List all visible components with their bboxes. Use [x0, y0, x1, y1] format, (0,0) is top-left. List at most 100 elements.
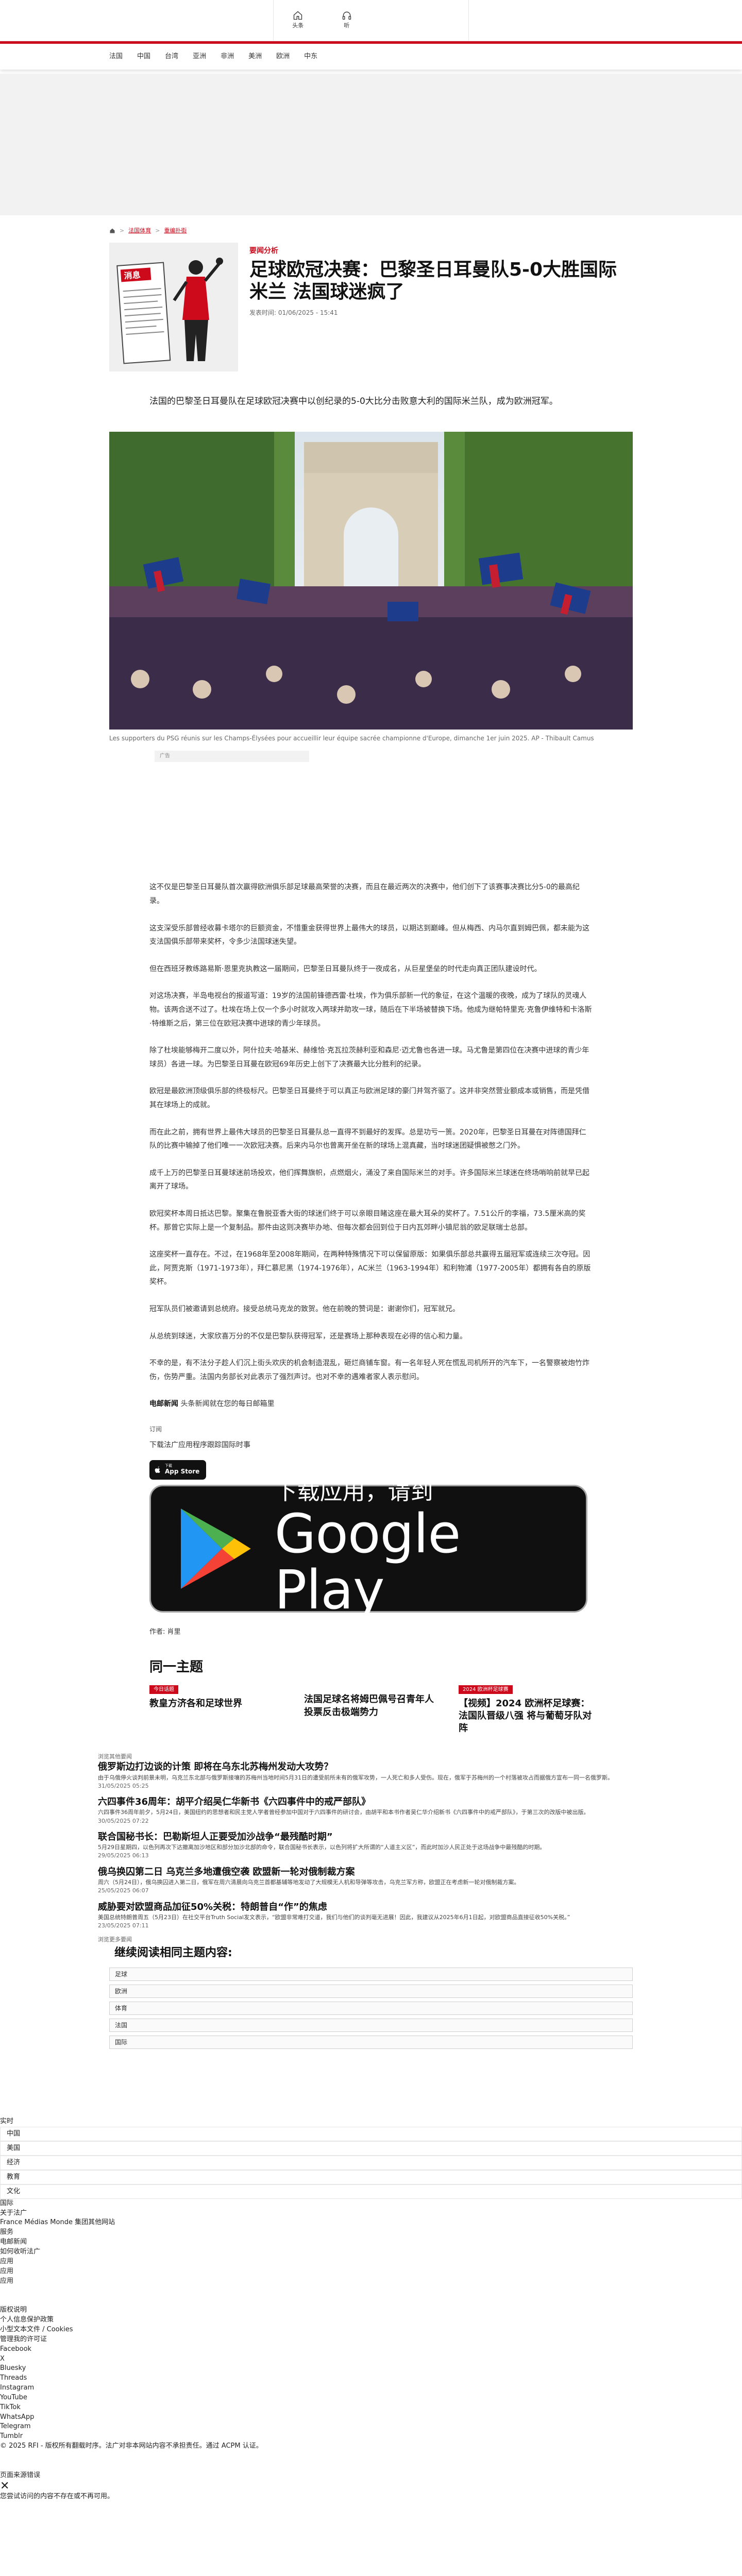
- home-icon[interactable]: [109, 228, 115, 234]
- related-item[interactable]: 2024 欧洲杯足球赛 【视频】2024 欧洲杯足球赛：法国队晋级八强 将与葡萄…: [459, 1683, 593, 1735]
- footer-link[interactable]: 如何收听法广: [0, 2247, 742, 2257]
- news-title[interactable]: 俄罗斯边打边谈的计策 即将在乌东北苏梅州发动大攻势？: [98, 1761, 623, 1773]
- news-title[interactable]: 威胁要对欧盟商品加征50%关税：特朗普自“作”的焦虑: [98, 1901, 623, 1913]
- topic-tag[interactable]: 国际: [109, 2035, 633, 2049]
- related-item[interactable]: 今日话题 教皇方济各和足球世界: [149, 1683, 283, 1735]
- article-paragraph: 除了杜埃能够梅开二度以外，阿什拉夫·哈基米、赫维恰·克瓦拉茨赫利亚和森尼·迈尤鲁…: [149, 1046, 589, 1069]
- footer-link[interactable]: France Médias Monde 集团其他网站: [0, 2218, 742, 2228]
- news-item[interactable]: 俄乌换囚第二日 乌克兰多地遭俄空袭 欧盟新一轮对俄制裁方案 周六（5月24日），…: [98, 1866, 623, 1895]
- topic-tag[interactable]: 足球: [109, 1967, 633, 1981]
- listen-link[interactable]: 听: [323, 0, 372, 41]
- publish-date: 发表时间: 01/06/2025 - 15:41: [249, 309, 338, 316]
- news-date: 23/05/2025 07:11: [98, 1922, 149, 1929]
- footer-legal-link[interactable]: 个人信息保护政策: [0, 2315, 742, 2325]
- page-title: 足球欧冠决赛：巴黎圣日耳曼队5-0大胜国际米兰 法国球迷疯了: [249, 259, 617, 302]
- footer-legal-link[interactable]: 版权说明: [0, 2306, 742, 2315]
- footer-realtime[interactable]: 实时: [0, 2117, 742, 2127]
- topic-tag[interactable]: 法国: [109, 2018, 633, 2032]
- related-heading: 同一主题: [149, 1659, 204, 1675]
- social-link-x[interactable]: X: [0, 2354, 742, 2364]
- related-title[interactable]: 法国足球名将姆巴佩号召青年人投票反击极端势力: [304, 1693, 438, 1719]
- footer-box-item[interactable]: 经济: [0, 2155, 742, 2170]
- category-europe[interactable]: 欧洲: [276, 52, 290, 62]
- footer-box-item[interactable]: 文化: [0, 2184, 742, 2199]
- app-store-button[interactable]: 下载 App Store: [149, 1460, 206, 1480]
- footer-legal-link[interactable]: 管理我的许可证: [0, 2335, 742, 2345]
- footer-box-item[interactable]: 中国: [0, 2126, 742, 2141]
- breadcrumb-separator: >: [155, 227, 160, 234]
- footer-legal-link[interactable]: 小型文本文件 / Cookies: [0, 2325, 742, 2335]
- google-play-banner[interactable]: 下载应用，请到 Google Play: [149, 1479, 587, 1618]
- category-americas[interactable]: 美洲: [248, 52, 262, 62]
- social-link-whatsapp[interactable]: WhatsApp: [0, 2413, 742, 2422]
- social-link-tumblr[interactable]: Tumblr: [0, 2432, 742, 2442]
- article-heading-block: 要闻分析 足球欧冠决赛：巴黎圣日耳曼队5-0大胜国际米兰 法国球迷疯了 发表时间…: [249, 243, 633, 371]
- category-middle-east[interactable]: 中东: [304, 52, 317, 62]
- related-badge: 今日话题: [149, 1685, 178, 1694]
- breadcrumb-item-2[interactable]: 重编扑街: [164, 227, 187, 235]
- related-item[interactable]: 法国足球名将姆巴佩号召青年人投票反击极端势力: [304, 1683, 438, 1735]
- home-label: 头条: [292, 22, 304, 29]
- footer-link[interactable]: 关于法广: [0, 2209, 742, 2218]
- topic-tag[interactable]: 欧洲: [109, 1984, 633, 1998]
- news-item[interactable]: 俄罗斯边打边谈的计策 即将在乌东北苏梅州发动大攻势？ 由于乌俄停火谈判前景未明，…: [98, 1761, 623, 1790]
- footer-link[interactable]: 应用: [0, 2257, 742, 2267]
- news-item[interactable]: 六四事件36周年：胡平介绍吴仁华新书《六四事件中的戒严部队》 六四事件36周年前…: [98, 1796, 623, 1825]
- newsletter-promo: 电邮新闻 头条新闻就在您的每日邮箱里: [149, 1397, 593, 1411]
- breadcrumb-item-1[interactable]: 法国体育: [128, 227, 151, 235]
- social-link-facebook[interactable]: Facebook: [0, 2345, 742, 2354]
- news-item[interactable]: 联合国秘书长：巴勒斯坦人正要受加沙战争“最残酷时期” 5月29日星期四，以色列再…: [98, 1831, 623, 1860]
- category-africa[interactable]: 非洲: [221, 52, 234, 62]
- footer-box-item[interactable]: 教育: [0, 2170, 742, 2184]
- category-taiwan[interactable]: 台湾: [165, 52, 178, 62]
- news-title[interactable]: 联合国秘书长：巴勒斯坦人正要受加沙战争“最残酷时期”: [98, 1831, 623, 1843]
- related-title[interactable]: 教皇方济各和足球世界: [149, 1698, 283, 1710]
- footer-link[interactable]: 电邮新闻: [0, 2238, 742, 2247]
- news-title[interactable]: 六四事件36周年：胡平介绍吴仁华新书《六四事件中的戒严部队》: [98, 1796, 623, 1808]
- footer-link[interactable]: 服务: [0, 2228, 742, 2238]
- social-link-threads[interactable]: Threads: [0, 2374, 742, 2383]
- home-icon: [294, 11, 302, 20]
- error-message: 您尝试访问的内容不存在或不再可用。: [0, 2492, 114, 2500]
- article-paragraph: 对这场决赛，半岛电视台的报道写道：19岁的法国前锋德西雷·杜埃，作为俱乐部新一代…: [149, 992, 592, 1028]
- news-date: 30/05/2025 07:22: [98, 1817, 149, 1824]
- category-asia[interactable]: 亚洲: [193, 52, 206, 62]
- social-link-tiktok[interactable]: TikTok: [0, 2403, 742, 2413]
- news-summary: 美国总统特朗普周五（5月23日）在社交平台Truth Social发文表示，“欧…: [98, 1913, 570, 1921]
- article-illustration: 消息: [109, 242, 238, 371]
- topic-tags-heading: 继续阅读相同主题内容:: [114, 1946, 232, 1959]
- category-france[interactable]: 法国: [109, 52, 123, 62]
- ad-label: 广告: [155, 751, 309, 762]
- topic-tags-list: 足球 欧洲 体育 法国 国际: [109, 1967, 633, 2049]
- subscribe-button[interactable]: 订阅: [149, 1425, 593, 1434]
- error-title: 页面来源错误: [0, 2471, 41, 2479]
- related-title[interactable]: 【视频】2024 欧洲杯足球赛：法国队晋级八强 将与葡萄牙队对阵: [459, 1698, 593, 1735]
- news-date: 25/05/2025 06:07: [98, 1887, 149, 1894]
- close-icon[interactable]: ✕: [0, 2480, 742, 2492]
- footer-link[interactable]: 应用: [0, 2277, 742, 2286]
- topic-tag[interactable]: 体育: [109, 2001, 633, 2015]
- article-kicker[interactable]: 要闻分析: [249, 246, 633, 257]
- social-link-youtube[interactable]: YouTube: [0, 2393, 742, 2403]
- newsletter-promo-bold[interactable]: 电邮新闻: [149, 1400, 178, 1408]
- copyright: © 2025 RFI - 版权所有翻载时序。法广对非本网站内容不承担责任。通过 …: [0, 2442, 263, 2450]
- app-store-big: App Store: [165, 1468, 200, 1476]
- article-paragraph: 但在西班牙教练路易斯·恩里克执教这一届期间，巴黎圣日耳曼队终于一夜成名，从巨星堡…: [149, 964, 542, 973]
- top-ad-slot: [0, 74, 742, 215]
- more-news-link[interactable]: 浏览更多要闻: [98, 1936, 623, 1944]
- social-link-bluesky[interactable]: Bluesky: [0, 2364, 742, 2374]
- footer-spacer: [0, 2451, 742, 2471]
- home-link[interactable]: 头条: [274, 0, 323, 41]
- social-link-instagram[interactable]: Instagram: [0, 2383, 742, 2393]
- article-lead: 法国的巴黎圣日耳曼队在足球欧冠决赛中以创纪录的5-0大比分击败意大利的国际米兰队…: [149, 396, 558, 406]
- news-item[interactable]: 威胁要对欧盟商品加征50%关税：特朗普自“作”的焦虑 美国总统特朗普周五（5月2…: [98, 1901, 623, 1930]
- category-china[interactable]: 中国: [137, 52, 150, 62]
- article-photo: [109, 432, 633, 730]
- news-title[interactable]: 俄乌换囚第二日 乌克兰多地遭俄空袭 欧盟新一轮对俄制裁方案: [98, 1866, 623, 1878]
- article-paragraph: 欧冠是最欧洲顶级俱乐部的终极标尺。巴黎圣日耳曼终于可以真正与欧洲足球的豪门并驾齐…: [149, 1087, 589, 1109]
- footer-link[interactable]: 国际: [0, 2199, 742, 2209]
- footer-link[interactable]: 应用: [0, 2267, 742, 2277]
- topic-tags-section: 继续阅读相同主题内容: 足球 欧洲 体育 法国 国际: [109, 1944, 633, 2049]
- footer-box-item[interactable]: 美国: [0, 2141, 742, 2156]
- social-link-telegram[interactable]: Telegram: [0, 2422, 742, 2432]
